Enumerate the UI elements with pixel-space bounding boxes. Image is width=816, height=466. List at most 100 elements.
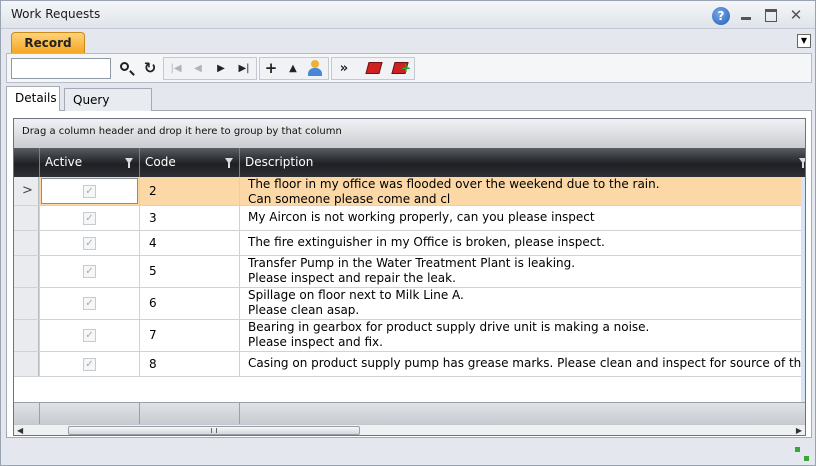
active-cell[interactable]: ✓ — [39, 288, 139, 319]
filter-icon[interactable] — [799, 158, 805, 168]
work-requests-window: Work Requests ? ✕ Record ▼ ↻ |◀ ◀ ▶ ▶| +… — [0, 0, 816, 466]
search-button[interactable] — [115, 58, 137, 79]
detail-tabs: Details Query Builder — [6, 85, 812, 129]
active-checkbox[interactable]: ✓ — [83, 236, 96, 250]
minimize-icon[interactable] — [738, 7, 756, 25]
header-indicator — [14, 148, 39, 177]
table-row[interactable]: ✓ 5 Transfer Pump in the Water Treatment P… — [14, 256, 805, 288]
ribbon-tab-record[interactable]: Record — [11, 32, 85, 53]
book-button[interactable] — [363, 58, 385, 79]
row-indicator[interactable] — [14, 288, 39, 319]
row-indicator[interactable] — [14, 206, 39, 230]
group-by-panel[interactable]: Drag a column header and drop it here to… — [14, 119, 805, 148]
table-row[interactable]: ✓ 4 The fire extinguisher in my Office is … — [14, 231, 805, 256]
row-indicator[interactable] — [14, 352, 39, 376]
tab-details[interactable]: Details — [6, 86, 60, 112]
active-cell[interactable]: ✓ — [39, 231, 139, 255]
description-cell[interactable]: My Aircon is not working properly, can y… — [239, 206, 805, 230]
code-value: 4 — [149, 235, 157, 250]
description-line: Please inspect and repair the leak. — [248, 271, 456, 285]
code-value: 6 — [149, 296, 157, 310]
more-actions-icon[interactable]: » — [333, 58, 355, 79]
active-checkbox[interactable]: ✓ — [83, 297, 96, 310]
active-cell[interactable]: ✓ — [39, 320, 139, 351]
description-cell[interactable]: Transfer Pump in the Water Treatment Pla… — [239, 256, 805, 287]
row-indicator[interactable]: > — [14, 177, 39, 205]
red-book-icon — [365, 62, 383, 74]
move-up-icon[interactable]: ▲ — [282, 58, 304, 79]
maximize-icon[interactable] — [763, 7, 781, 25]
table-row[interactable]: ✓ 8 Casing on product supply pump has grea… — [14, 352, 805, 377]
description-line: Can someone please come and cl — [248, 192, 451, 206]
header-code-label: Code — [145, 155, 176, 169]
grid-footer — [14, 402, 805, 425]
header-description-label: Description — [245, 155, 314, 169]
scroll-left-icon[interactable]: ◀ — [17, 426, 23, 435]
description-cell[interactable]: Bearing in gearbox for product supply dr… — [239, 320, 805, 351]
code-cell[interactable]: 8 — [139, 352, 239, 376]
code-cell[interactable]: 5 — [139, 256, 239, 287]
code-value: 8 — [149, 356, 157, 371]
status-bar — [1, 441, 815, 465]
header-active[interactable]: Active — [39, 148, 139, 177]
filter-icon[interactable] — [125, 158, 133, 168]
scroll-thumb[interactable] — [68, 426, 360, 435]
description-cell[interactable]: Casing on product supply pump has grease… — [239, 352, 805, 376]
resize-icon[interactable] — [795, 447, 809, 461]
ribbon-menu-dropdown-icon[interactable]: ▼ — [797, 34, 811, 48]
assign-users-button[interactable] — [304, 58, 326, 79]
row-indicator[interactable] — [14, 256, 39, 287]
help-icon[interactable]: ? — [712, 7, 730, 25]
code-cell[interactable]: 7 — [139, 320, 239, 351]
description-line: Spillage on floor next to Milk Line A. — [248, 288, 464, 302]
footer-divider — [39, 403, 40, 425]
vertical-scrollbar[interactable] — [801, 177, 805, 402]
table-row[interactable]: ✓ 6 Spillage on floor next to Milk Line A.… — [14, 288, 805, 320]
row-indicator[interactable] — [14, 231, 39, 255]
active-checkbox[interactable]: ✓ — [83, 357, 96, 371]
title-bar: Work Requests ? ✕ — [1, 1, 815, 29]
add-book-button[interactable] — [389, 58, 411, 79]
description-line: Please inspect and fix. — [248, 335, 383, 349]
active-cell[interactable]: ✓ — [39, 352, 139, 376]
next-record-icon[interactable]: ▶ — [210, 58, 232, 79]
close-icon[interactable]: ✕ — [787, 7, 805, 25]
filter-icon[interactable] — [225, 158, 233, 168]
active-cell[interactable]: ✓ — [39, 206, 139, 230]
description-cell[interactable]: The fire extinguisher in my Office is br… — [239, 231, 805, 255]
code-value: 5 — [149, 264, 157, 278]
description-cell[interactable]: Spillage on floor next to Milk Line A. Pl… — [239, 288, 805, 319]
code-cell[interactable]: 4 — [139, 231, 239, 255]
active-checkbox[interactable]: ✓ — [83, 184, 96, 198]
header-active-label: Active — [45, 155, 83, 169]
table-row[interactable]: ✓ 3 My Aircon is not working properly, can… — [14, 206, 805, 231]
tab-query-builder[interactable]: Query Builder — [64, 88, 152, 129]
refresh-icon[interactable]: ↻ — [139, 58, 161, 79]
previous-record-icon[interactable]: ◀ — [187, 58, 209, 79]
code-cell[interactable]: 6 — [139, 288, 239, 319]
add-record-icon[interactable]: + — [260, 58, 282, 79]
active-checkbox[interactable]: ✓ — [83, 265, 96, 278]
magnifier-icon — [120, 62, 129, 71]
code-cell[interactable]: 3 — [139, 206, 239, 230]
horizontal-scrollbar[interactable]: ◀ ▶ — [14, 424, 805, 435]
description-line: Transfer Pump in the Water Treatment Pla… — [248, 256, 576, 270]
description-cell[interactable]: The floor in my office was flooded over … — [239, 177, 805, 206]
first-record-icon[interactable]: |◀ — [165, 58, 187, 79]
row-indicator[interactable] — [14, 320, 39, 351]
scroll-right-icon[interactable]: ▶ — [796, 426, 802, 435]
active-checkbox[interactable]: ✓ — [83, 211, 96, 225]
search-input[interactable] — [11, 58, 111, 79]
last-record-icon[interactable]: ▶| — [233, 58, 255, 79]
table-row[interactable]: ✓ 7 Bearing in gearbox for product supply … — [14, 320, 805, 352]
footer-divider — [239, 403, 240, 425]
description-line: My Aircon is not working properly, can y… — [248, 210, 595, 224]
active-cell[interactable]: ✓ — [39, 177, 139, 205]
code-cell[interactable]: 2 — [139, 177, 239, 205]
active-checkbox[interactable]: ✓ — [83, 329, 96, 342]
table-row[interactable]: > ✓ 2 The floor in my office was flooded ov… — [14, 177, 805, 206]
toolbar: ↻ |◀ ◀ ▶ ▶| + ▲ » — [6, 53, 812, 83]
active-cell[interactable]: ✓ — [39, 256, 139, 287]
header-description[interactable]: Description — [239, 148, 805, 177]
header-code[interactable]: Code — [139, 148, 239, 177]
